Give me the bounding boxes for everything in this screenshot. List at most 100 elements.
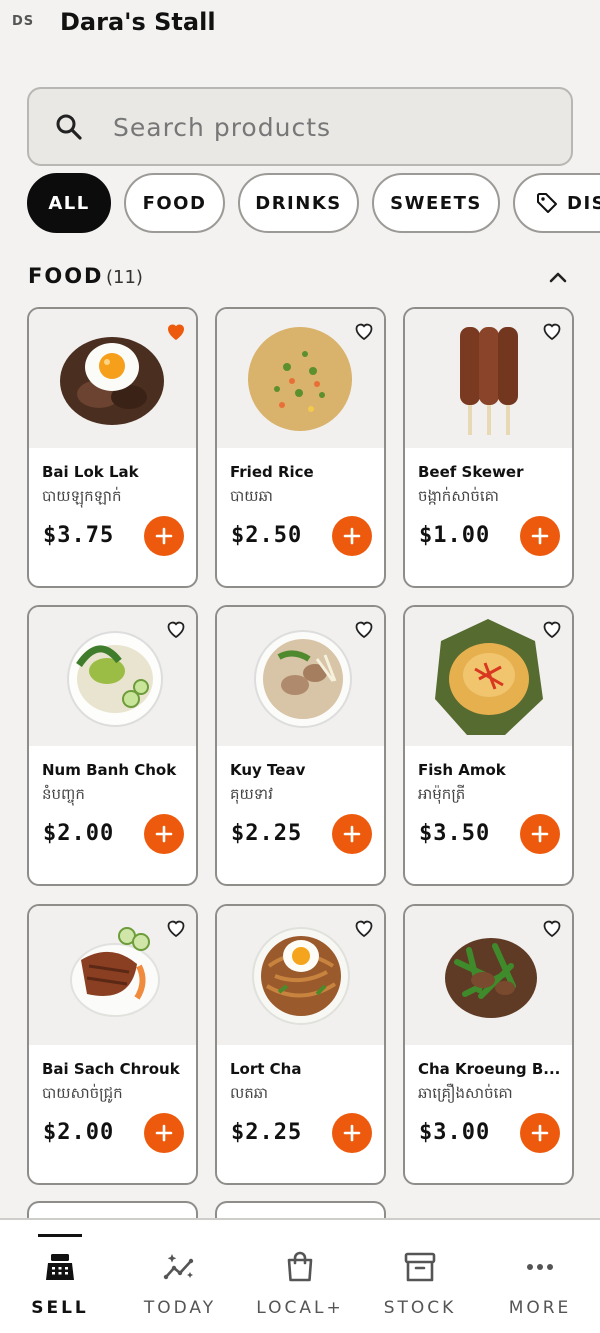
bottom-nav: SELL TODAY LOCAL+ STOCK MORE [0,1218,600,1333]
product-khmer-name: ចង្កាក់សាច់គោ [418,487,499,505]
product-khmer-name: បាយសាច់ជ្រូក [42,1084,123,1102]
nav-label: MORE [508,1298,572,1318]
app-root: DS Dara's Stall ALL FOOD DRINKS SWEETS D… [0,0,600,1333]
product-card[interactable]: Bai Sach Chrouk បាយសាច់ជ្រូក $2.00 [27,904,198,1185]
nav-label: SELL [31,1298,89,1318]
add-to-cart-button[interactable] [144,814,184,854]
product-price: $3.00 [419,1120,491,1145]
nav-sell[interactable]: SELL [0,1220,120,1333]
product-name: Cha Kroeung B... [418,1060,561,1078]
add-to-cart-button[interactable] [520,814,560,854]
add-to-cart-button[interactable] [144,1113,184,1153]
filter-chip-discount[interactable]: DIS [513,173,600,233]
filter-chip-label: SWEETS [390,192,482,214]
chevron-up-icon[interactable] [547,266,569,288]
filter-chip-label: ALL [48,192,90,214]
heart-outline-icon[interactable] [352,617,376,641]
filter-chips: ALL FOOD DRINKS SWEETS DIS [27,173,600,235]
plus-icon [343,825,361,843]
product-name: Lort Cha [230,1060,302,1078]
product-price: $2.00 [43,1120,115,1145]
nav-label: LOCAL+ [256,1298,344,1318]
active-indicator [38,1234,82,1237]
nav-stock[interactable]: STOCK [360,1220,480,1333]
avatar[interactable]: DS [12,14,34,29]
heart-filled-icon[interactable] [164,319,188,343]
add-to-cart-button[interactable] [332,1113,372,1153]
product-name: Bai Lok Lak [42,463,139,481]
top-bar: DS Dara's Stall [0,0,600,50]
product-name: Fish Amok [418,761,506,779]
product-card[interactable]: Beef Skewer ចង្កាក់សាច់គោ $1.00 [403,307,574,588]
product-name: Bai Sach Chrouk [42,1060,180,1078]
add-to-cart-button[interactable] [144,516,184,556]
product-khmer-name: នំបញ្ចុក [42,785,85,803]
product-price: $2.00 [43,821,115,846]
heart-outline-icon[interactable] [540,617,564,641]
product-name: Beef Skewer [418,463,524,481]
product-khmer-name: ឆាគ្រឿងសាច់គោ [418,1084,513,1102]
product-name: Kuy Teav [230,761,306,779]
product-khmer-name: អាម៉ុកត្រី [418,785,466,803]
product-price: $2.25 [231,821,303,846]
product-name: Fried Rice [230,463,314,481]
search-bar[interactable] [27,87,573,166]
nav-local-plus[interactable]: LOCAL+ [240,1220,360,1333]
add-to-cart-button[interactable] [520,1113,560,1153]
product-price: $3.50 [419,821,491,846]
plus-icon [343,1124,361,1142]
product-card[interactable]: Lort Cha លតឆា $2.25 [215,904,386,1185]
filter-chip-drinks[interactable]: DRINKS [238,173,359,233]
more-dots-icon [527,1264,553,1270]
heart-outline-icon[interactable] [540,916,564,940]
filter-chip-food[interactable]: FOOD [124,173,225,233]
heart-outline-icon[interactable] [164,916,188,940]
product-card[interactable]: Fried Rice បាយឆា $2.50 [215,307,386,588]
product-price: $3.75 [43,523,115,548]
tag-icon [537,193,557,213]
search-icon [56,114,82,140]
sparkle-chart-icon [163,1254,194,1280]
heart-outline-icon[interactable] [164,617,188,641]
product-khmer-name: បាយឆា [230,487,273,505]
product-card[interactable]: Kuy Teav គុយទាវ $2.25 [215,605,386,886]
product-price: $1.00 [419,523,491,548]
heart-outline-icon[interactable] [352,916,376,940]
product-price: $2.50 [231,523,303,548]
shopping-bag-icon [287,1251,313,1282]
section-header-food[interactable]: FOOD (11) [28,264,573,294]
plus-icon [343,527,361,545]
section-title: FOOD [28,264,104,288]
product-name: Num Banh Chok [42,761,177,779]
product-card[interactable]: Cha Kroeung B... ឆាគ្រឿងសាច់គោ $3.00 [403,904,574,1185]
product-card[interactable]: Num Banh Chok នំបញ្ចុក $2.00 [27,605,198,886]
plus-icon [155,825,173,843]
nav-label: TODAY [143,1298,217,1318]
heart-outline-icon[interactable] [352,319,376,343]
search-input[interactable] [113,107,553,147]
plus-icon [155,527,173,545]
heart-outline-icon[interactable] [540,319,564,343]
add-to-cart-button[interactable] [332,814,372,854]
section-count: (11) [106,267,143,288]
add-to-cart-button[interactable] [332,516,372,556]
product-khmer-name: លតឆា [230,1084,269,1102]
nav-more[interactable]: MORE [480,1220,600,1333]
plus-icon [531,1124,549,1142]
plus-icon [531,527,549,545]
archive-box-icon [404,1252,436,1282]
product-card[interactable]: Bai Lok Lak បាយឡុកឡាក់ $3.75 [27,307,198,588]
product-card[interactable]: Fish Amok អាម៉ុកត្រី $3.50 [403,605,574,886]
register-icon [46,1254,74,1280]
product-khmer-name: គុយទាវ [230,785,273,803]
filter-chip-all[interactable]: ALL [27,173,111,233]
filter-chip-sweets[interactable]: SWEETS [372,173,500,233]
filter-chip-label: DIS [567,192,600,214]
filter-chip-label: FOOD [142,192,207,214]
page-title: Dara's Stall [60,8,216,36]
plus-icon [155,1124,173,1142]
nav-today[interactable]: TODAY [120,1220,240,1333]
product-price: $2.25 [231,1120,303,1145]
product-khmer-name: បាយឡុកឡាក់ [42,487,122,505]
add-to-cart-button[interactable] [520,516,560,556]
